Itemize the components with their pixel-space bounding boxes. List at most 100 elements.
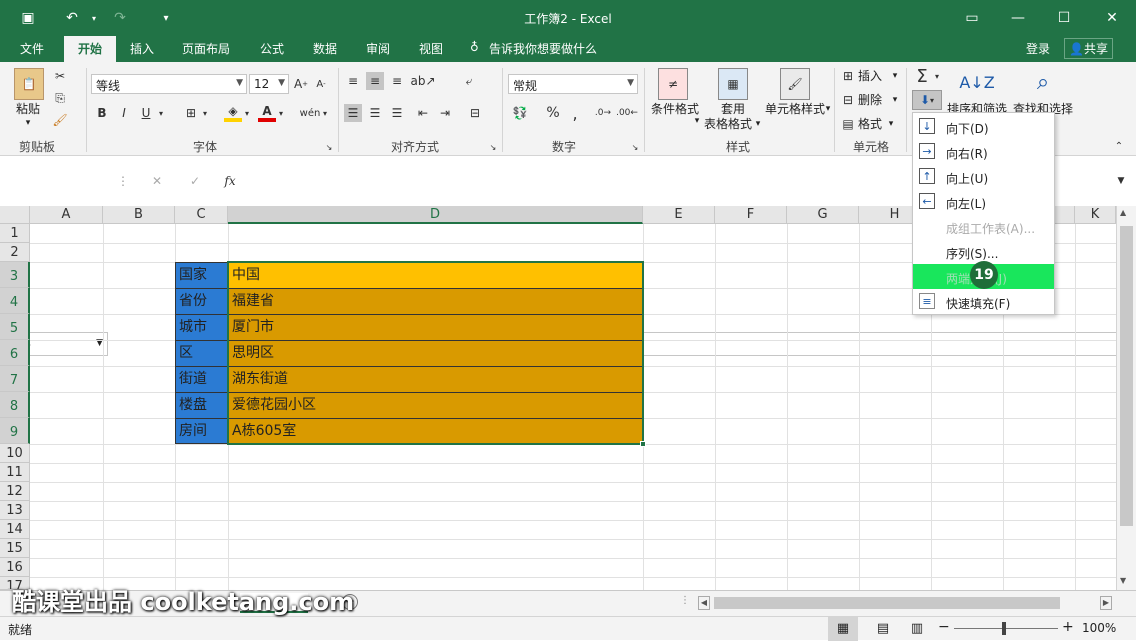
borders-dropdown-icon[interactable]: ▾ [200,104,210,122]
autosum-dropdown-icon[interactable]: ▾ [932,66,942,86]
tab-formulas[interactable]: 公式 [260,40,284,57]
cell-styles-icon[interactable]: 🖌 [780,68,810,100]
decrease-decimal-icon[interactable]: .00← [616,104,638,122]
insert-cells-dropdown-icon[interactable]: ▾ [890,69,900,84]
underline-dropdown-icon[interactable]: ▾ [156,104,166,122]
row-header-10[interactable]: 10 [0,444,30,463]
cell-styles-dropdown-icon[interactable]: ▾ [824,102,832,117]
maximize-icon[interactable]: ☐ [1046,6,1082,30]
cell-c9[interactable]: 房间 [175,418,228,444]
number-dialog-launcher-icon[interactable]: ↘ [630,142,640,152]
tell-me-icon[interactable]: ♁ [470,40,479,54]
cell-d7[interactable]: 湖东街道 [228,366,643,393]
align-middle-icon[interactable]: ≡ [366,72,384,90]
zoom-out-icon[interactable]: − [938,619,950,635]
borders-icon[interactable]: ⊞ [182,104,200,122]
tab-page-layout[interactable]: 页面布局 [182,40,230,57]
fill-color-icon[interactable]: ◈ [224,104,242,122]
format-as-table-label-1[interactable]: 套用 [716,102,750,117]
delete-cells-label[interactable]: 删除 [858,93,888,108]
row-header-13[interactable]: 13 [0,501,30,520]
column-header-a[interactable]: A [30,206,103,224]
scroll-thumb[interactable] [1120,226,1133,526]
underline-button[interactable]: U [138,104,154,122]
fill-handle[interactable] [640,441,646,447]
insert-function-icon[interactable]: fx [220,172,240,190]
row-header-11[interactable]: 11 [0,463,30,482]
decrease-indent-icon[interactable]: ⇤ [414,104,432,122]
increase-font-icon[interactable]: A + [294,76,308,92]
column-header-g[interactable]: G [787,206,859,224]
column-header-k[interactable]: K [1075,206,1116,224]
menu-item-fill-right[interactable]: → 向右(R) [913,139,1054,164]
cell-c8[interactable]: 楼盘 [175,392,228,419]
italic-button[interactable]: I [116,104,132,122]
tab-review[interactable]: 审阅 [366,40,390,57]
fill-color-dropdown-icon[interactable]: ▾ [242,104,252,122]
delete-cells-icon[interactable]: ⊟ [840,92,856,108]
horizontal-scroll-thumb[interactable] [714,597,1060,609]
enter-icon[interactable]: ✓ [186,172,204,190]
ribbon-display-icon[interactable]: ▭ [954,6,990,30]
row-header-2[interactable]: 2 [0,243,30,262]
format-as-table-dropdown-icon[interactable]: ▾ [754,117,762,132]
zoom-in-icon[interactable]: + [1062,619,1074,635]
increase-decimal-icon[interactable]: .0→ [594,104,612,122]
align-bottom-icon[interactable]: ≡ [388,72,406,90]
autosum-icon[interactable]: Σ [912,66,932,87]
font-size-select[interactable]: 12 ▼ [249,74,289,94]
scroll-up-icon[interactable]: ▲ [1120,208,1126,217]
row-header-16[interactable]: 16 [0,558,30,577]
column-header-d[interactable]: D [228,206,643,224]
collapse-ribbon-icon[interactable]: ⌃ [1112,140,1126,152]
delete-cells-dropdown-icon[interactable]: ▾ [890,93,900,108]
row-header-1[interactable]: 1 [0,224,30,243]
tab-file[interactable]: 文件 [20,40,44,57]
zoom-level[interactable]: 100% [1082,621,1116,635]
cell-c3[interactable]: 国家 [175,262,228,289]
bold-button[interactable]: B [94,104,110,122]
cut-icon[interactable]: ✂ [52,68,68,84]
align-right-icon[interactable]: ☰ [388,104,406,122]
row-header-5[interactable]: 5 [0,314,30,340]
format-as-table-icon[interactable]: ▦ [718,68,748,100]
tab-view[interactable]: 视图 [419,40,443,57]
normal-view-icon[interactable]: ▦ [828,617,858,641]
phonetic-dropdown-icon[interactable]: ▾ [320,104,330,122]
cell-d4[interactable]: 福建省 [228,288,643,315]
copy-icon[interactable]: ⎘ [52,90,68,106]
accounting-format-icon[interactable]: 💱 [510,104,530,122]
column-header-e[interactable]: E [643,206,715,224]
decrease-font-icon[interactable]: A- [314,76,328,92]
login-link[interactable]: 登录 [1026,40,1050,57]
cell-c6[interactable]: 区 [175,340,228,367]
font-dialog-launcher-icon[interactable]: ↘ [324,142,334,152]
scroll-left-icon[interactable]: ◀ [698,596,710,610]
insert-cells-label[interactable]: 插入 [858,69,888,84]
column-header-f[interactable]: F [715,206,787,224]
percent-button[interactable]: % [544,104,562,122]
cell-d6[interactable]: 思明区 [228,340,643,367]
expand-formula-bar-icon[interactable]: ▼ [1114,174,1128,188]
cell-d3[interactable]: 中国 [228,262,643,289]
scroll-right-icon[interactable]: ▶ [1100,596,1112,610]
phonetic-icon[interactable]: wén [300,104,321,122]
minimize-icon[interactable]: — [1000,6,1036,30]
menu-item-fill-left[interactable]: ← 向左(L) [913,189,1054,214]
wrap-text-icon[interactable]: ⤶ [460,72,478,90]
orientation-icon[interactable]: ab↗ [410,72,435,90]
comma-button[interactable]: , [566,104,584,123]
format-cells-label[interactable]: 格式 [858,117,888,132]
fill-button[interactable]: ⬇ ▾ [912,90,942,110]
cell-c5[interactable]: 城市 [175,314,228,341]
close-icon[interactable]: ✕ [1094,6,1130,30]
cell-d5[interactable]: 厦门市 [228,314,643,341]
format-as-table-label-2[interactable]: 表格格式 [700,117,756,132]
row-header-7[interactable]: 7 [0,366,30,392]
menu-item-fill-down[interactable]: ↓ 向下(D) [913,114,1054,139]
format-cells-icon[interactable]: ▤ [840,116,856,132]
row-header-8[interactable]: 8 [0,392,30,418]
row-header-14[interactable]: 14 [0,520,30,539]
format-painter-icon[interactable]: 🖌 [52,112,68,128]
font-name-select[interactable]: 等线 ▼ [91,74,247,94]
